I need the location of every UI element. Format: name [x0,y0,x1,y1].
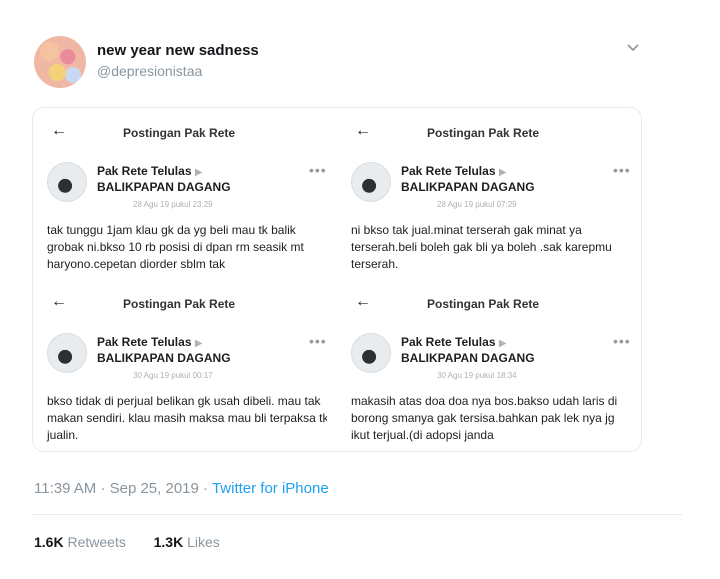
post-author: Pak Rete Telulas ▶ [97,335,203,349]
tweet-time[interactable]: 11:39 AM [34,480,96,497]
post-author: Pak Rete Telulas ▶ [401,335,507,349]
avatar [47,162,87,202]
panel-header: ← Postingan Pak Rete [343,285,631,319]
triangle-right-icon: ▶ [194,338,203,349]
retweets-count: 1.6K [34,534,64,550]
chevron-down-icon[interactable] [626,40,640,54]
post-text: makasih atas doa doa nya bos.bakso udah … [351,394,618,442]
panel-title: Postingan Pak Rete [123,126,236,140]
back-arrow-icon: ← [355,122,371,139]
panel-title: Postingan Pak Rete [427,297,540,311]
post-date: 30 Agu 19 pukul 18:34 [437,371,517,380]
post-date: 28 Agu 19 pukul 07:29 [437,200,517,209]
post-group: BALIKPAPAN DAGANG [97,180,231,194]
retweets-label: Retweets [67,534,126,550]
tweet-media-image[interactable]: ← Postingan Pak Rete Pak Rete Telulas ▶ … [32,107,642,452]
user-handle[interactable]: @depresionistaa [97,63,202,79]
separator: · [203,480,209,497]
avatar [47,333,87,373]
retweets-stat[interactable]: 1.6K Retweets [34,534,126,550]
tweet-stats: 1.6K Retweets 1.3K Likes [34,534,220,550]
screenshot-panel: ← Postingan Pak Rete Pak Rete Telulas ▶ … [343,114,631,280]
likes-stat[interactable]: 1.3K Likes [154,534,220,550]
back-arrow-icon: ← [51,122,67,139]
separator: · [100,480,106,497]
avatar [351,333,391,373]
avatar [351,162,391,202]
post-group: BALIKPAPAN DAGANG [97,351,231,365]
panel-header: ← Postingan Pak Rete [39,285,327,319]
tweet-card: new year new sadness @depresionistaa ← P… [0,0,720,579]
post-author: Pak Rete Telulas ▶ [401,164,507,178]
display-name[interactable]: new year new sadness [97,42,259,59]
triangle-right-icon: ▶ [194,167,203,178]
more-options-icon: ••• [613,162,631,178]
back-arrow-icon: ← [51,293,67,310]
screenshot-panel: ← Postingan Pak Rete Pak Rete Telulas ▶ … [39,114,327,280]
avatar[interactable] [34,36,86,88]
panel-header: ← Postingan Pak Rete [39,114,327,148]
tweet-date[interactable]: Sep 25, 2019 [110,480,199,497]
post-text: ni bkso tak jual.minat terserah gak mina… [351,223,612,271]
panel-header: ← Postingan Pak Rete [343,114,631,148]
post-group: BALIKPAPAN DAGANG [401,351,535,365]
post-author: Pak Rete Telulas ▶ [97,164,203,178]
back-arrow-icon: ← [355,293,371,310]
tweet-source-link[interactable]: Twitter for iPhone [212,480,329,497]
triangle-right-icon: ▶ [498,167,507,178]
post-date: 30 Agu 19 pukul 00:17 [133,371,213,380]
post-date: 28 Agu 19 pukul 23:29 [133,200,213,209]
divider [32,514,682,515]
screenshot-panel: ← Postingan Pak Rete Pak Rete Telulas ▶ … [39,285,327,451]
post-text: bkso tidak di perjual belikan gk usah di… [47,394,327,442]
post-text: tak tunggu 1jam klau gk da yg beli mau t… [47,223,304,271]
more-options-icon: ••• [309,333,327,349]
more-options-icon: ••• [309,162,327,178]
screenshot-panel: ← Postingan Pak Rete Pak Rete Telulas ▶ … [343,285,631,451]
panel-title: Postingan Pak Rete [123,297,236,311]
more-options-icon: ••• [613,333,631,349]
triangle-right-icon: ▶ [498,338,507,349]
likes-count: 1.3K [153,534,184,550]
likes-label: Likes [187,534,220,550]
post-group: BALIKPAPAN DAGANG [401,180,535,194]
panel-title: Postingan Pak Rete [427,126,540,140]
tweet-meta: 11:39 AM · Sep 25, 2019 · Twitter for iP… [34,480,329,497]
